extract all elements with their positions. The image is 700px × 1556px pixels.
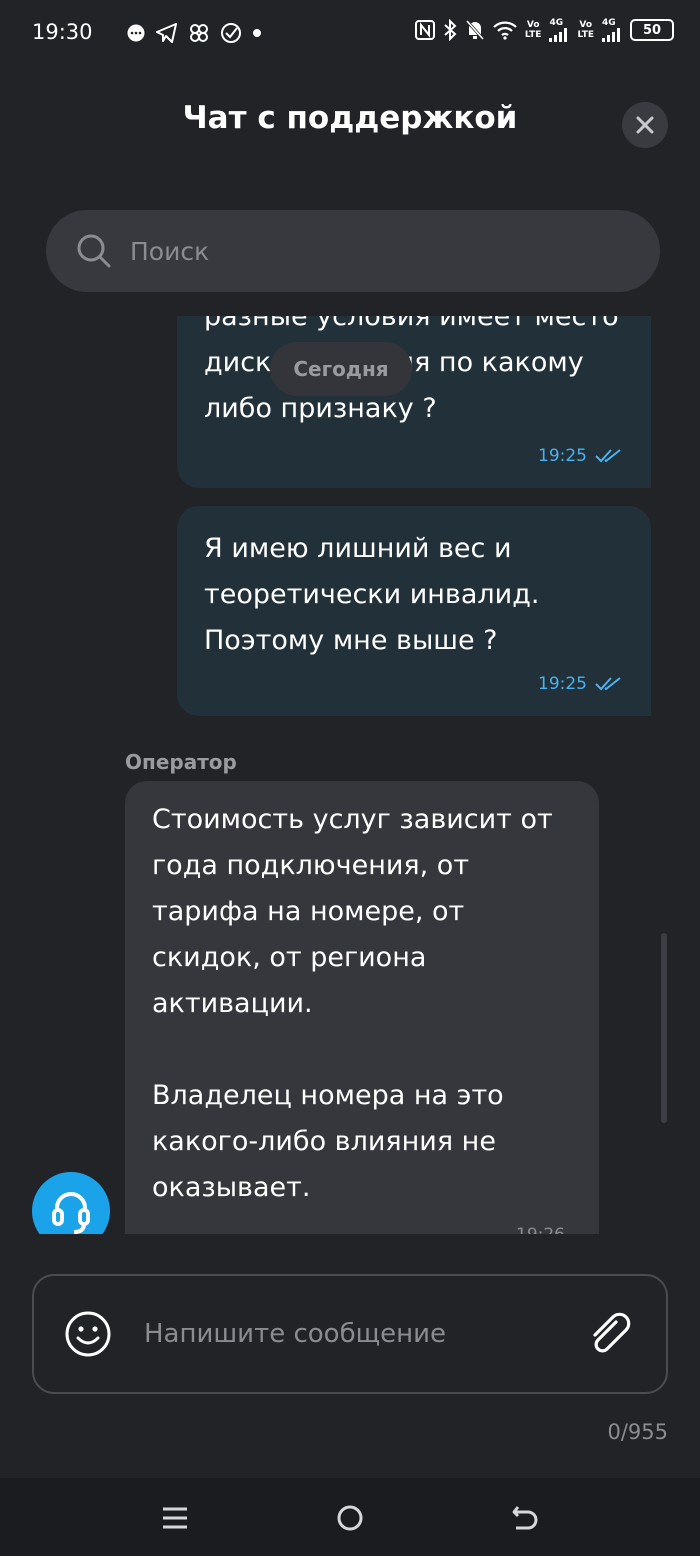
sim2-volte: Vo LTE [577, 20, 594, 40]
pinwheel-icon [190, 24, 208, 42]
operator-avatar [32, 1172, 110, 1234]
character-counter: 0/955 [607, 1420, 668, 1444]
search-placeholder: Поиск [130, 236, 210, 266]
message-text: разные условия имеет место дискриминация… [204, 316, 619, 424]
status-time: 19:30 [32, 20, 93, 44]
search-icon [77, 234, 111, 268]
message-meta: 19:25 [538, 674, 623, 694]
bluetooth-icon [444, 19, 457, 41]
signal-icon [602, 28, 620, 42]
notification-icons [126, 22, 262, 44]
message-time: 19:26 [516, 1225, 565, 1234]
chat-scrollbar[interactable] [661, 933, 667, 1123]
dot-icon [253, 29, 261, 37]
mute-icon [465, 20, 485, 40]
wifi-icon [493, 21, 517, 40]
close-icon [636, 116, 654, 134]
message-time: 19:25 [538, 446, 587, 466]
headset-icon [52, 1192, 90, 1234]
message-time: 19:25 [538, 674, 587, 694]
home-button[interactable] [330, 1498, 370, 1538]
double-check-icon [595, 449, 621, 463]
system-navigation-bar [0, 1478, 700, 1556]
message-input[interactable]: Напишите сообщение [144, 1319, 586, 1349]
system-icons: Vo LTE 4G Vo LTE 4G 50 [414, 18, 674, 42]
message-text: Стоимость услуг зависит от года подключе… [152, 804, 553, 1203]
paperclip-icon[interactable] [586, 1310, 634, 1358]
back-icon [512, 1506, 538, 1530]
emoji-icon[interactable] [64, 1310, 112, 1358]
nfc-icon [414, 20, 435, 40]
double-check-icon [595, 677, 621, 691]
message-text: Я имею лишний вес и теоретически инвалид… [204, 533, 540, 656]
message-composer[interactable]: Напишите сообщение [32, 1274, 668, 1394]
message-outgoing[interactable]: Я имею лишний вес и теоретически инвалид… [177, 506, 651, 716]
check-circle-icon [221, 23, 241, 43]
close-button[interactable] [622, 102, 668, 148]
signal-icon [549, 28, 568, 42]
sender-name: Оператор [125, 750, 237, 774]
sim1-signal: 4G [549, 18, 569, 42]
message-incoming[interactable]: Стоимость услуг зависит от года подключе… [125, 781, 599, 1234]
menu-button[interactable] [155, 1498, 195, 1538]
battery-indicator: 50 [630, 19, 674, 41]
sim2-signal: 4G [602, 18, 622, 42]
search-input[interactable]: Поиск [46, 210, 660, 292]
telegram-icon [156, 23, 177, 43]
status-bar: 19:30 Vo LTE 4G Vo LTE 4G 50 [0, 0, 700, 70]
chat-bubble-icon [127, 24, 145, 42]
home-icon [337, 1505, 363, 1531]
menu-icon [163, 1507, 187, 1529]
sim2-network: 4G [602, 18, 616, 28]
sim1-volte: Vo LTE [524, 20, 542, 40]
page-title: Чат с поддержкой [182, 100, 518, 136]
chat-messages[interactable]: разные условия имеет место дискриминация… [0, 316, 700, 1234]
sim1-network: 4G [549, 18, 564, 28]
message-outgoing[interactable]: разные условия имеет место дискриминация… [177, 316, 651, 488]
date-separator: Сегодня [270, 342, 412, 396]
back-button[interactable] [505, 1498, 545, 1538]
message-meta: 19:25 [538, 446, 623, 466]
